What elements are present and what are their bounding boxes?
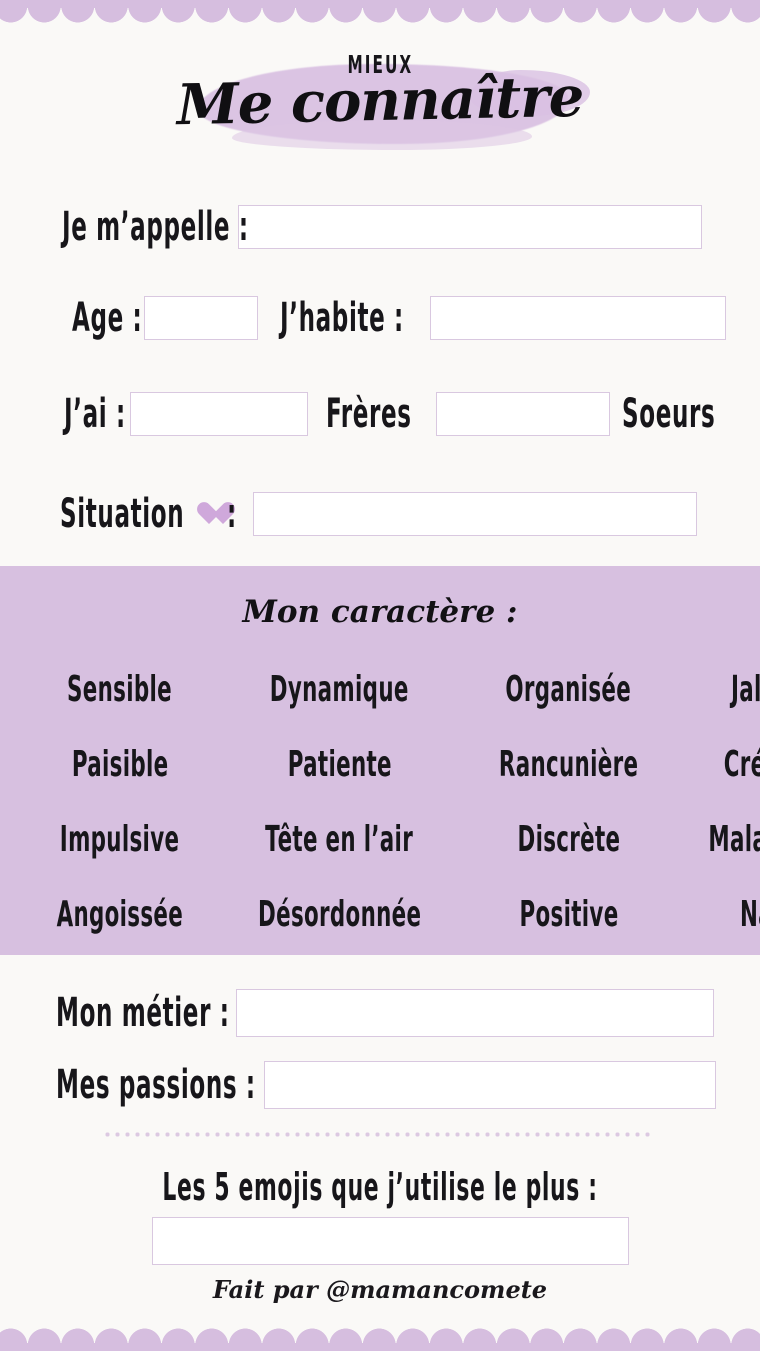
trait-item[interactable]: Dynamique: [216, 652, 463, 727]
trait-item[interactable]: Maladroite: [674, 802, 760, 877]
trait-label: Dynamique: [269, 669, 409, 710]
trait-item[interactable]: Jalouse: [674, 652, 760, 727]
input-freres-count[interactable]: [130, 392, 308, 436]
trait-label: Jalouse: [730, 669, 760, 710]
label-je-mappelle: Je m’appelle :: [62, 204, 249, 250]
header: MIEUX Me connaître: [0, 24, 760, 172]
trait-item[interactable]: Désordonnée: [216, 877, 463, 952]
trait-item[interactable]: Organisée: [463, 652, 674, 727]
input-emojis[interactable]: [152, 1217, 629, 1265]
field-row-passions: Mes passions :: [56, 1061, 716, 1109]
scallop-bottom-lobes: [0, 1323, 760, 1345]
trait-label: Tête en l’air: [265, 819, 414, 860]
traits-grid: Sensible Dynamique Organisée Jalouse Pai…: [24, 652, 760, 952]
heart-icon: [196, 502, 223, 526]
label-soeurs: Soeurs: [622, 391, 716, 437]
trait-label: Naïve: [740, 894, 760, 935]
dotted-divider: [105, 1132, 655, 1137]
field-row-job: Mon métier :: [56, 989, 714, 1037]
trait-label: Organisée: [505, 669, 632, 710]
emoji-question-label: Les 5 emojis que j’utilise le plus :: [0, 1165, 760, 1209]
footer-credit: Fait par @mamancomete: [212, 1275, 548, 1304]
trait-item[interactable]: Rancunière: [463, 727, 674, 802]
trait-label: Patiente: [287, 744, 392, 785]
trait-label: Maladroite: [708, 819, 760, 860]
character-section: Mon caractère : Sensible Dynamique Organ…: [0, 566, 760, 955]
label-situation-colon: :: [227, 491, 237, 537]
label-age: Age :: [72, 295, 143, 341]
label-jhabite: J’habite :: [280, 295, 404, 341]
character-section-title: Mon caractère :: [242, 594, 518, 630]
emoji-question-text: Les 5 emojis que j’utilise le plus :: [162, 1165, 598, 1209]
trait-item[interactable]: Naïve: [674, 877, 760, 952]
trait-label: Impulsive: [60, 819, 180, 860]
field-row-name: Je m’appelle :: [62, 204, 702, 250]
input-je-mappelle[interactable]: [238, 205, 702, 249]
trait-item[interactable]: Sensible: [24, 652, 216, 727]
label-situation: Situation: [60, 491, 185, 537]
trait-item[interactable]: Positive: [463, 877, 674, 952]
trait-label: Paisible: [71, 744, 169, 785]
trait-item[interactable]: Patiente: [216, 727, 463, 802]
trait-label: Désordonnée: [257, 894, 422, 935]
input-mon-metier[interactable]: [236, 989, 714, 1037]
trait-item[interactable]: Angoissée: [24, 877, 216, 952]
trait-item[interactable]: Paisible: [24, 727, 216, 802]
input-age[interactable]: [144, 296, 258, 340]
label-freres: Frères: [326, 391, 412, 437]
trait-item[interactable]: Tête en l’air: [216, 802, 463, 877]
label-mes-passions: Mes passions :: [56, 1062, 256, 1108]
trait-label: Sensible: [67, 669, 173, 710]
trait-label: Créative: [723, 744, 760, 785]
trait-item[interactable]: Impulsive: [24, 802, 216, 877]
trait-item[interactable]: Discrète: [463, 802, 674, 877]
trait-label: Rancunière: [498, 744, 639, 785]
field-row-age-city: Age : J’habite :: [72, 295, 726, 341]
trait-item[interactable]: Créative: [674, 727, 760, 802]
input-jhabite[interactable]: [430, 296, 726, 340]
trait-label: Discrète: [517, 819, 621, 860]
label-jai: J’ai :: [64, 391, 126, 437]
field-row-situation: Situation :: [60, 491, 697, 537]
scallop-top-lobes: [0, 6, 760, 26]
worksheet-page: MIEUX Me connaître Je m’appelle : Age : …: [0, 0, 760, 1351]
trait-label: Angoissée: [56, 894, 184, 935]
input-situation[interactable]: [253, 492, 697, 536]
input-soeurs-count[interactable]: [436, 392, 610, 436]
field-row-siblings: J’ai : Frères Soeurs: [64, 391, 732, 437]
label-mon-metier: Mon métier :: [56, 990, 230, 1036]
trait-label: Positive: [519, 894, 619, 935]
input-mes-passions[interactable]: [264, 1061, 716, 1109]
